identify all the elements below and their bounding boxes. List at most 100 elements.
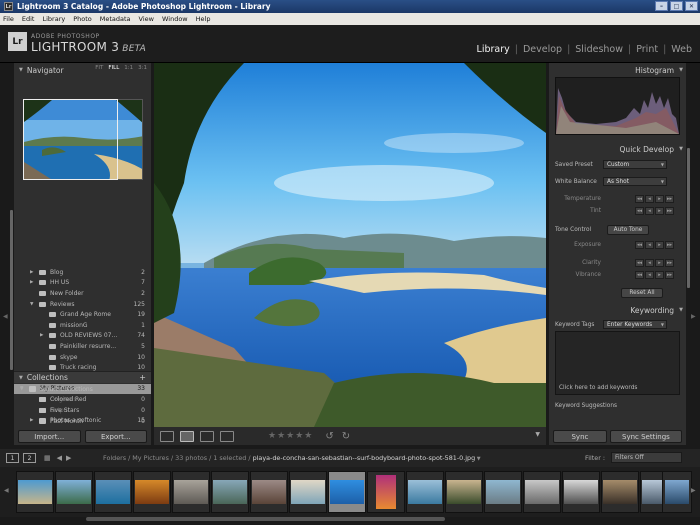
menu-library[interactable]: Library: [42, 15, 65, 23]
collapse-left-panel-icon[interactable]: ◀: [3, 313, 8, 320]
filmstrip-thumb[interactable]: [211, 471, 249, 513]
add-collection-icon[interactable]: +: [139, 373, 146, 382]
menu-view[interactable]: View: [139, 15, 154, 23]
quick-develop-header[interactable]: Quick Develop ▼: [549, 143, 686, 155]
folder-row[interactable]: ▶ OLD REVIEWS 07... 74: [14, 331, 151, 342]
filmstrip-thumb[interactable]: [55, 471, 93, 513]
filmstrip-thumb-selected[interactable]: [328, 471, 366, 513]
filmstrip-thumb[interactable]: [172, 471, 210, 513]
grid-icon[interactable]: ▦: [44, 454, 51, 462]
filmstrip-thumb[interactable]: [562, 471, 600, 513]
filmstrip-thumb[interactable]: [601, 471, 639, 513]
collapse-right-panel-icon[interactable]: ▶: [691, 313, 696, 320]
filmstrip-thumb[interactable]: [662, 471, 692, 513]
module-develop[interactable]: Develop: [523, 44, 562, 55]
rotate-left-icon[interactable]: ↺: [325, 431, 333, 442]
auto-tone-button[interactable]: Auto Tone: [607, 225, 649, 235]
filmstrip-thumb[interactable]: [367, 471, 405, 513]
navigator-view-rect[interactable]: [23, 99, 118, 180]
menu-edit[interactable]: Edit: [22, 15, 35, 23]
folder-row[interactable]: ▶ HH US 7: [14, 278, 151, 289]
folder-row[interactable]: Painkiller resurre... 5: [14, 341, 151, 352]
collapsed-triangle-icon[interactable]: ▶: [30, 270, 33, 275]
module-slideshow[interactable]: Slideshow: [575, 44, 623, 55]
filmstrip-thumb[interactable]: [523, 471, 561, 513]
keyword-suggestions-label[interactable]: Keyword Suggestions: [555, 401, 617, 411]
rotate-right-icon[interactable]: ↻: [342, 431, 350, 442]
filmstrip-thumb[interactable]: [289, 471, 327, 513]
filmstrip-thumb[interactable]: [94, 471, 132, 513]
collapsed-triangle-icon[interactable]: ▶: [30, 280, 33, 285]
reset-all-button[interactable]: Reset All: [621, 288, 663, 298]
filter-select[interactable]: Filters Off: [611, 452, 682, 463]
collection-row[interactable]: Past Month 0: [14, 416, 151, 427]
filmstrip-thumb[interactable]: [484, 471, 522, 513]
folder-row[interactable]: Grand Age Rome 19: [14, 309, 151, 320]
loupe-view-icon[interactable]: [180, 430, 194, 442]
folder-row[interactable]: ▶ Blog 2: [14, 267, 151, 278]
sync-button[interactable]: Sync: [553, 430, 607, 443]
folder-row[interactable]: ▼ Reviews 125: [14, 299, 151, 310]
rating-stars[interactable]: ★★★★★: [268, 431, 313, 441]
zoom-3-1[interactable]: 3:1: [138, 65, 147, 71]
white-balance-select[interactable]: As Shot ▼: [603, 177, 667, 186]
minimize-button[interactable]: –: [655, 1, 668, 11]
import-button[interactable]: Import...: [18, 430, 81, 443]
filmstrip-thumb[interactable]: [133, 471, 171, 513]
filmstrip-thumb[interactable]: [250, 471, 288, 513]
expanded-triangle-icon[interactable]: ▼: [20, 387, 23, 392]
grid-view-icon[interactable]: [160, 430, 174, 442]
exposure-stepper[interactable]: ◂◂ ◂ ▸ ▸▸: [635, 241, 674, 249]
histogram-header[interactable]: Histogram ▼: [549, 64, 686, 76]
right-panel-scrollbar[interactable]: [687, 148, 690, 288]
keyword-entry-area[interactable]: Click here to add keywords: [555, 331, 680, 395]
module-web[interactable]: Web: [671, 44, 692, 55]
folder-row[interactable]: skype 10: [14, 352, 151, 363]
tint-stepper[interactable]: ◂◂ ◂ ▸ ▸▸: [635, 207, 674, 215]
source-path[interactable]: Folders / My Pictures / 33 photos / 1 se…: [103, 454, 481, 462]
folder-row[interactable]: New Folder 2: [14, 288, 151, 299]
collection-row[interactable]: ▼ Smart Collections: [14, 384, 151, 395]
survey-view-icon[interactable]: [220, 430, 234, 442]
filmstrip-scroll-right-icon[interactable]: ▶: [691, 487, 696, 494]
forward-arrow-icon[interactable]: ▶: [66, 454, 71, 462]
export-button[interactable]: Export...: [84, 430, 147, 443]
menu-help[interactable]: Help: [196, 15, 211, 23]
folder-row[interactable]: missionG 1: [14, 320, 151, 331]
second-window-button[interactable]: 2: [23, 453, 36, 463]
collections-header[interactable]: ▼ Collections +: [14, 371, 151, 383]
module-print[interactable]: Print: [636, 44, 658, 55]
filmstrip-thumb[interactable]: [406, 471, 444, 513]
close-button[interactable]: ✕: [685, 1, 698, 11]
zoom-fit[interactable]: FIT: [95, 65, 103, 71]
left-panel-scrollbar[interactable]: [10, 210, 13, 370]
loupe-view[interactable]: [154, 63, 546, 427]
menu-metadata[interactable]: Metadata: [100, 15, 131, 23]
compare-view-icon[interactable]: [200, 430, 214, 442]
vibrance-stepper[interactable]: ◂◂ ◂ ▸ ▸▸: [635, 271, 674, 279]
zoom-fill[interactable]: FILL: [108, 65, 119, 71]
expanded-triangle-icon[interactable]: ▼: [30, 302, 33, 307]
zoom-1-1[interactable]: 1:1: [124, 65, 133, 71]
filmstrip-scrollbar[interactable]: [86, 517, 445, 521]
filmstrip-thumb[interactable]: [445, 471, 483, 513]
keywording-header[interactable]: Keywording ▼: [549, 304, 686, 316]
sync-settings-button[interactable]: Sync Settings: [609, 430, 682, 443]
back-arrow-icon[interactable]: ◀: [57, 454, 62, 462]
menu-photo[interactable]: Photo: [73, 15, 92, 23]
module-library[interactable]: Library: [477, 44, 510, 55]
filmstrip-scroll-left-icon[interactable]: ◀: [4, 487, 9, 494]
collection-row[interactable]: Five Stars 0: [14, 405, 151, 416]
menu-file[interactable]: File: [3, 15, 14, 23]
collapsed-triangle-icon[interactable]: ▶: [40, 333, 43, 338]
toolbar-content-chevron-icon[interactable]: ▼: [535, 431, 540, 438]
collection-row[interactable]: Colored Red 0: [14, 395, 151, 406]
main-window-button[interactable]: 1: [6, 453, 19, 463]
menu-window[interactable]: Window: [162, 15, 188, 23]
temperature-stepper[interactable]: ◂◂ ◂ ▸ ▸▸: [635, 195, 674, 203]
saved-preset-select[interactable]: Custom ▼: [603, 160, 667, 169]
maximize-button[interactable]: □: [670, 1, 683, 11]
filmstrip-thumb[interactable]: [16, 471, 54, 513]
clarity-stepper[interactable]: ◂◂ ◂ ▸ ▸▸: [635, 259, 674, 267]
keyword-tags-select[interactable]: Enter Keywords ▼: [603, 320, 667, 329]
